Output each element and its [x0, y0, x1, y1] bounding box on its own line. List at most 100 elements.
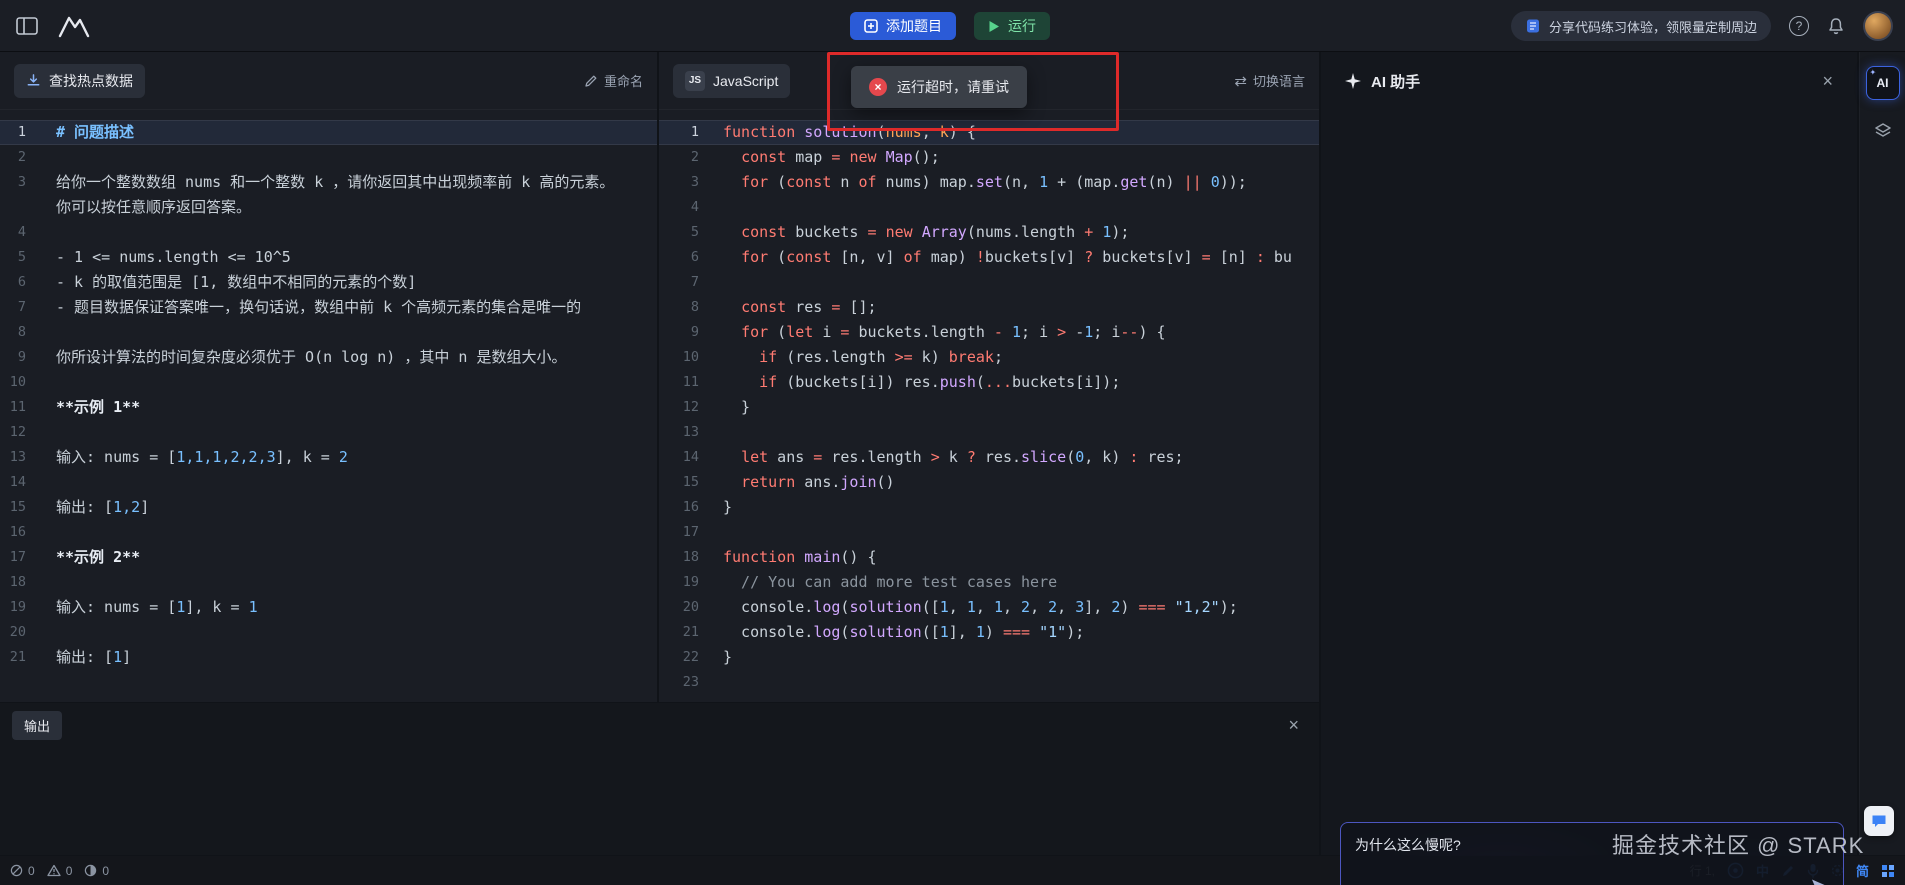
- line-content[interactable]: console.log(solution([1], 1) === "1");: [723, 620, 1319, 645]
- editor-line[interactable]: 1function solution(nums, k) {: [659, 120, 1319, 145]
- errors-indicator[interactable]: 0: [10, 864, 35, 878]
- code-editor[interactable]: 1function solution(nums, k) {2 const map…: [659, 110, 1319, 695]
- editor-line[interactable]: 11 if (buckets[i]) res.push(...buckets[i…: [659, 370, 1319, 395]
- line-content[interactable]: let ans = res.length > k ? res.slice(0, …: [723, 445, 1319, 470]
- line-content[interactable]: **示例 2**: [56, 545, 657, 570]
- editor-line[interactable]: 3给你一个整数数组 nums 和一个整数 k ，请你返回其中出现频率前 k 高的…: [0, 170, 657, 220]
- editor-line[interactable]: 15输出: [1,2]: [0, 495, 657, 520]
- editor-line[interactable]: 7- 题目数据保证答案唯一，换句话说，数组中前 k 个高频元素的集合是唯一的: [0, 295, 657, 320]
- editor-line[interactable]: 14 let ans = res.length > k ? res.slice(…: [659, 445, 1319, 470]
- editor-line[interactable]: 12: [0, 420, 657, 445]
- bell-icon[interactable]: [1827, 17, 1845, 36]
- language-chip[interactable]: JS JavaScript: [673, 64, 790, 98]
- editor-line[interactable]: 20: [0, 620, 657, 645]
- editor-line[interactable]: 14: [0, 470, 657, 495]
- editor-line[interactable]: 4: [0, 220, 657, 245]
- output-close-icon[interactable]: ×: [1288, 716, 1299, 734]
- editor-line[interactable]: 11**示例 1**: [0, 395, 657, 420]
- editor-line[interactable]: 4: [659, 195, 1319, 220]
- editor-line[interactable]: 13输入: nums = [1,1,1,2,2,3], k = 2: [0, 445, 657, 470]
- editor-line[interactable]: 16}: [659, 495, 1319, 520]
- editor-line[interactable]: 23: [659, 670, 1319, 695]
- avatar[interactable]: [1863, 11, 1893, 41]
- editor-line[interactable]: 6- k 的取值范围是 [1, 数组中不相同的元素的个数]: [0, 270, 657, 295]
- line-content[interactable]: if (res.length >= k) break;: [723, 345, 1319, 370]
- output-tab[interactable]: 输出: [12, 711, 62, 740]
- line-content[interactable]: }: [723, 395, 1319, 420]
- hints-indicator[interactable]: 0: [84, 864, 109, 878]
- promo-banner[interactable]: 分享代码练习体验，领限量定制周边: [1511, 11, 1771, 41]
- editor-line[interactable]: 10: [0, 370, 657, 395]
- line-content[interactable]: if (buckets[i]) res.push(...buckets[i]);: [723, 370, 1319, 395]
- line-content[interactable]: const res = [];: [723, 295, 1319, 320]
- sidebar-toggle-icon[interactable]: [16, 17, 38, 35]
- dock-tool-icon[interactable]: [1866, 114, 1900, 148]
- run-button[interactable]: 运行: [974, 12, 1050, 40]
- problem-title-chip[interactable]: 查找热点数据: [14, 64, 145, 98]
- line-content[interactable]: - 题目数据保证答案唯一，换句话说，数组中前 k 个高频元素的集合是唯一的: [56, 295, 657, 320]
- editor-line[interactable]: 19 // You can add more test cases here: [659, 570, 1319, 595]
- editor-line[interactable]: 9 for (let i = buckets.length - 1; i > -…: [659, 320, 1319, 345]
- line-content[interactable]: 输入: nums = [1], k = 1: [56, 595, 657, 620]
- ai-close-icon[interactable]: ×: [1822, 72, 1833, 90]
- ime-simplified-indicator[interactable]: 简: [1856, 861, 1869, 880]
- editor-line[interactable]: 13: [659, 420, 1319, 445]
- editor-line[interactable]: 16: [0, 520, 657, 545]
- editor-line[interactable]: 20 console.log(solution([1, 1, 1, 2, 2, …: [659, 595, 1319, 620]
- switch-language-button[interactable]: ⇄ 切换语言: [1234, 71, 1305, 90]
- line-content[interactable]: for (const [n, v] of map) !buckets[v] ? …: [723, 245, 1319, 270]
- help-icon[interactable]: ?: [1789, 16, 1809, 36]
- line-content[interactable]: console.log(solution([1, 1, 1, 2, 2, 3],…: [723, 595, 1319, 620]
- line-content[interactable]: function solution(nums, k) {: [723, 120, 1319, 145]
- editor-line[interactable]: 15 return ans.join(): [659, 470, 1319, 495]
- ime-grid-icon[interactable]: [1881, 864, 1895, 878]
- editor-line[interactable]: 6 for (const [n, v] of map) !buckets[v] …: [659, 245, 1319, 270]
- editor-line[interactable]: 7: [659, 270, 1319, 295]
- line-content[interactable]: return ans.join(): [723, 470, 1319, 495]
- editor-line[interactable]: 2: [0, 145, 657, 170]
- line-content[interactable]: **示例 1**: [56, 395, 657, 420]
- line-content[interactable]: # 问题描述: [56, 120, 657, 145]
- line-content[interactable]: 你所设计算法的时间复杂度必须优于 O(n log n) ，其中 n 是数组大小。: [56, 345, 657, 370]
- line-content[interactable]: const map = new Map();: [723, 145, 1319, 170]
- editor-line[interactable]: 9你所设计算法的时间复杂度必须优于 O(n log n) ，其中 n 是数组大小…: [0, 345, 657, 370]
- add-problem-button[interactable]: 添加题目: [850, 12, 956, 40]
- line-content[interactable]: 输出: [1,2]: [56, 495, 657, 520]
- line-content[interactable]: for (let i = buckets.length - 1; i > -1;…: [723, 320, 1319, 345]
- editor-line[interactable]: 8 const res = [];: [659, 295, 1319, 320]
- editor-line[interactable]: 21输出: [1]: [0, 645, 657, 670]
- line-content[interactable]: - 1 <= nums.length <= 10^5: [56, 245, 657, 270]
- line-content[interactable]: // You can add more test cases here: [723, 570, 1319, 595]
- line-content[interactable]: - k 的取值范围是 [1, 数组中不相同的元素的个数]: [56, 270, 657, 295]
- warnings-indicator[interactable]: 0: [47, 864, 73, 878]
- editor-line[interactable]: 10 if (res.length >= k) break;: [659, 345, 1319, 370]
- line-content[interactable]: const buckets = new Array(nums.length + …: [723, 220, 1319, 245]
- editor-line[interactable]: 17: [659, 520, 1319, 545]
- editor-line[interactable]: 2 const map = new Map();: [659, 145, 1319, 170]
- problem-editor[interactable]: 1# 问题描述23给你一个整数数组 nums 和一个整数 k ，请你返回其中出现…: [0, 110, 657, 670]
- editor-line[interactable]: 5 const buckets = new Array(nums.length …: [659, 220, 1319, 245]
- ai-dock-button[interactable]: ✦ AI: [1866, 66, 1900, 100]
- editor-line[interactable]: 18function main() {: [659, 545, 1319, 570]
- editor-line[interactable]: 5- 1 <= nums.length <= 10^5: [0, 245, 657, 270]
- editor-line[interactable]: 21 console.log(solution([1], 1) === "1")…: [659, 620, 1319, 645]
- editor-line[interactable]: 18: [0, 570, 657, 595]
- editor-line[interactable]: 22}: [659, 645, 1319, 670]
- editor-line[interactable]: 19输入: nums = [1], k = 1: [0, 595, 657, 620]
- rename-button[interactable]: 重命名: [584, 71, 643, 90]
- line-content[interactable]: for (const n of nums) map.set(n, 1 + (ma…: [723, 170, 1319, 195]
- editor-line[interactable]: 3 for (const n of nums) map.set(n, 1 + (…: [659, 170, 1319, 195]
- line-content[interactable]: function main() {: [723, 545, 1319, 570]
- editor-line[interactable]: 8: [0, 320, 657, 345]
- chat-widget-button[interactable]: [1864, 806, 1894, 836]
- send-icon[interactable]: [1811, 878, 1829, 885]
- line-content[interactable]: 输入: nums = [1,1,1,2,2,3], k = 2: [56, 445, 657, 470]
- editor-line[interactable]: 1# 问题描述: [0, 120, 657, 145]
- line-content[interactable]: 给你一个整数数组 nums 和一个整数 k ，请你返回其中出现频率前 k 高的元…: [56, 170, 657, 220]
- line-content[interactable]: 输出: [1]: [56, 645, 657, 670]
- editor-line[interactable]: 17**示例 2**: [0, 545, 657, 570]
- line-content[interactable]: }: [723, 645, 1319, 670]
- line-content[interactable]: }: [723, 495, 1319, 520]
- app-logo-icon[interactable]: [56, 12, 92, 40]
- editor-line[interactable]: 12 }: [659, 395, 1319, 420]
